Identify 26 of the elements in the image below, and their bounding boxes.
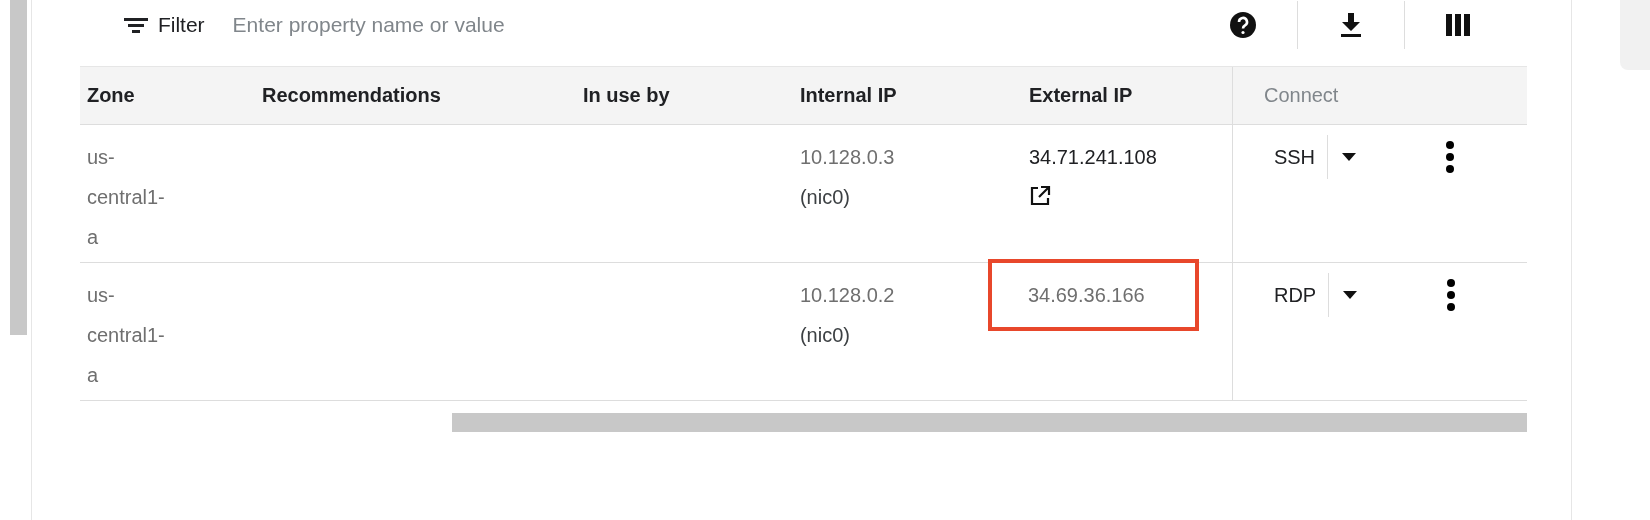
external-ip: 34.69.36.166: [987, 259, 1199, 331]
column-header: Recommendations: [260, 83, 442, 108]
more-icon[interactable]: [1444, 140, 1457, 174]
internal-ip: 10.128.0.3: [799, 145, 895, 170]
column-header: Zone: [85, 83, 136, 108]
caret-icon[interactable]: [1341, 290, 1360, 300]
more-icon[interactable]: [1445, 278, 1458, 312]
column-header: External IP: [1027, 83, 1134, 108]
zone-text: us-central1-a: [86, 283, 166, 388]
caret-icon[interactable]: [1340, 152, 1359, 162]
columns-icon: [1445, 12, 1472, 38]
external-ip: 34.71.241.108: [1027, 145, 1158, 170]
connect-button[interactable]: RDP: [1273, 283, 1329, 307]
scrollbar[interactable]: [451, 413, 1527, 432]
column-header: Internal IP: [798, 83, 898, 108]
nic-text: (nic0): [799, 323, 850, 348]
zone-text: us-central1-a: [86, 145, 166, 250]
help-icon: [1229, 11, 1258, 39]
nic-text: (nic0): [799, 185, 850, 210]
scrollbar[interactable]: [10, 0, 27, 335]
column-header: Connect: [1231, 67, 1527, 124]
connect-button[interactable]: SSH: [1273, 145, 1328, 169]
external-link-icon[interactable]: [1028, 185, 1051, 207]
column-header: In use by: [581, 83, 671, 108]
internal-ip: 10.128.0.2: [799, 283, 895, 308]
filter-button[interactable]: Filter: [79, 13, 205, 37]
